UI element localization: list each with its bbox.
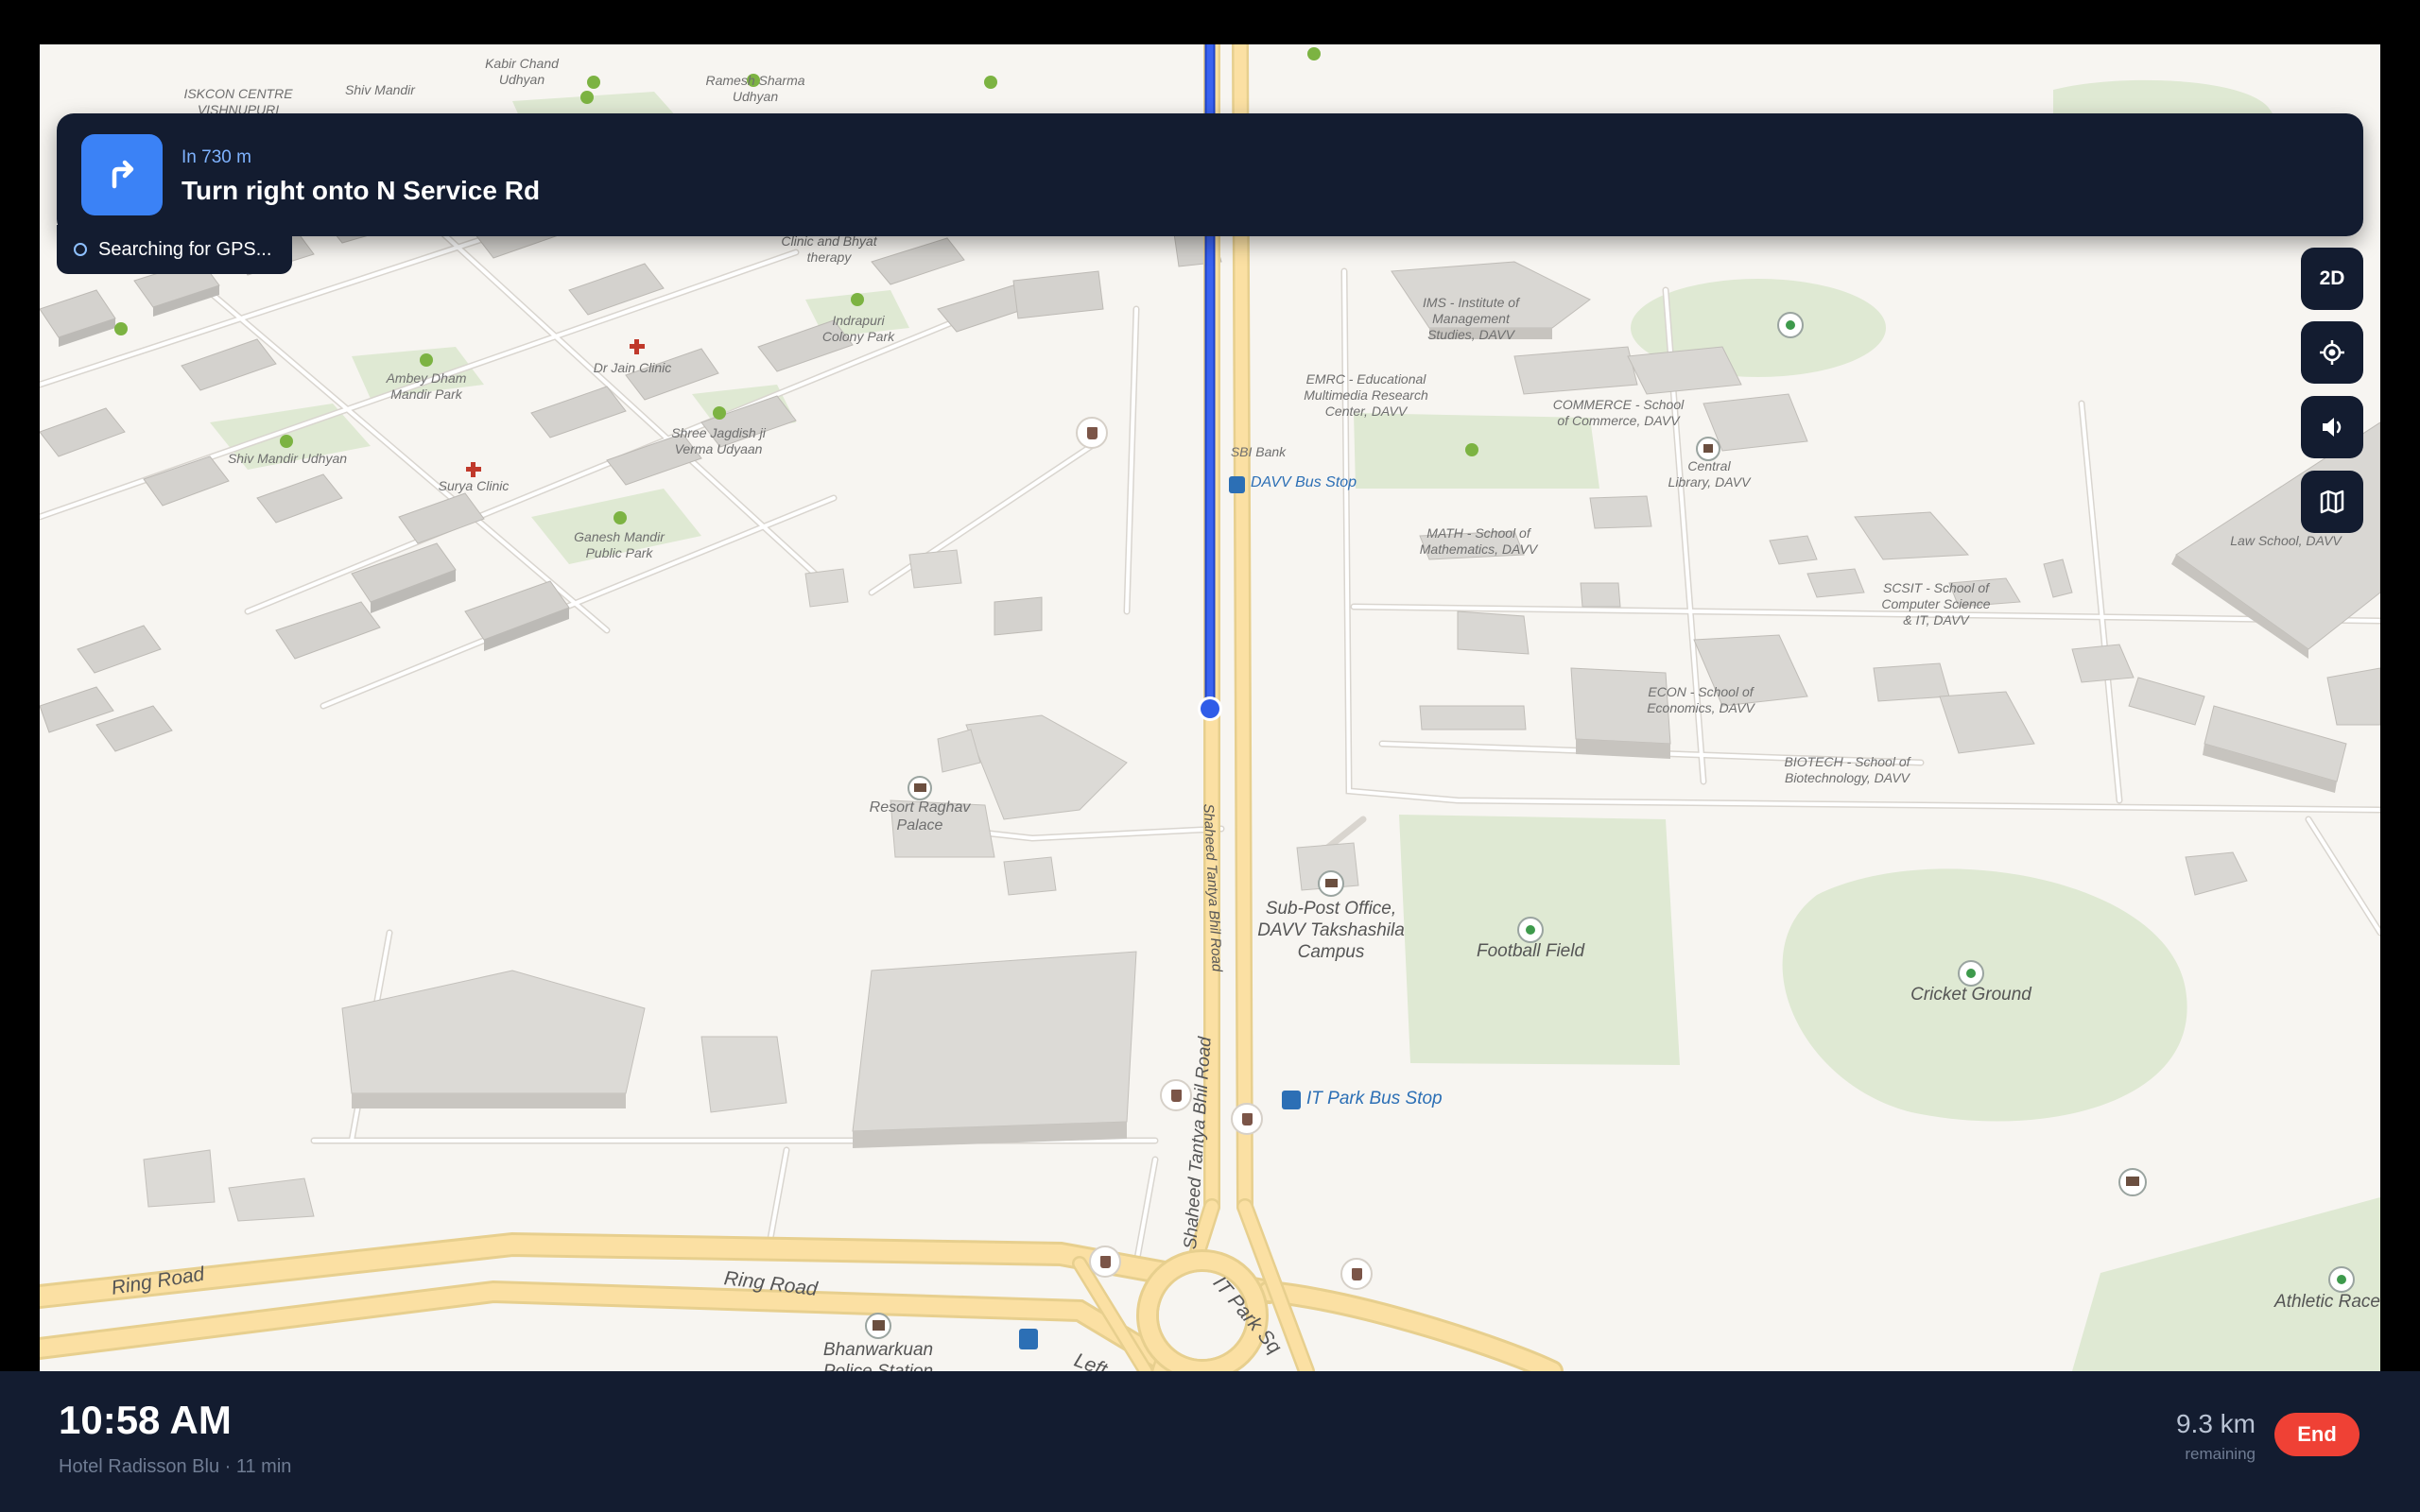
map-label-scsit: SCSIT - School of Computer Science & IT,…	[1881, 580, 1991, 627]
map-label-resort: Resort Raghav Palace	[869, 799, 971, 833]
map-label-shiv-mandir: Shiv Mandir	[345, 82, 415, 97]
map-label-ims: IMS - Institute of Management Studies, D…	[1423, 295, 1519, 342]
map-label-shiv-mandir-udhyan: Shiv Mandir Udhyan	[227, 451, 348, 466]
map-label-ganesh: Ganesh Mandir Public Park	[574, 529, 665, 560]
bus-stop-it-park: IT Park Bus Stop	[1306, 1089, 1443, 1108]
map-label-post-office: Sub-Post Office, DAVV Takshashila Campus	[1257, 899, 1405, 962]
gps-status-badge: Searching for GPS...	[57, 225, 293, 274]
map-label-biotech: BIOTECH - School of Biotechnology, DAVV	[1784, 754, 1910, 785]
view-mode-button[interactable]: 2D	[2301, 248, 2363, 310]
remaining-distance: 9.3 km	[2175, 1409, 2256, 1438]
map-label-ambey: Ambey Dham Mandir Park	[386, 370, 467, 402]
map-label-dr-jain: Dr Jain Clinic	[593, 360, 672, 375]
map-label-law: Law School, DAVV	[2230, 533, 2342, 548]
gps-status-text: Searching for GPS...	[98, 238, 272, 260]
map-layers-button[interactable]	[2301, 471, 2363, 533]
map-label-cricket: Cricket Ground	[1910, 985, 2031, 1005]
bus-stop-davv: DAVV Bus Stop	[1251, 474, 1357, 490]
remaining-caption: remaining	[2185, 1445, 2256, 1463]
maneuver-distance: In 730 m	[182, 147, 251, 167]
speaker-icon	[2323, 418, 2342, 437]
end-navigation-button[interactable]: End	[2274, 1413, 2360, 1456]
crosshair-icon	[2320, 340, 2344, 365]
navigation-banner: In 730 m Turn right onto N Service Rd	[57, 113, 2363, 236]
view-mode-label: 2D	[2319, 267, 2345, 289]
map-label-central-library: Central Library, DAVV	[1668, 458, 1751, 490]
map-label-commerce: COMMERCE - School of Commerce, DAVV	[1552, 397, 1685, 428]
map-label-econ: ECON - School of Economics, DAVV	[1647, 684, 1754, 715]
sound-toggle-button[interactable]	[2301, 396, 2363, 458]
map-view[interactable]: ISKCON CENTRE VISHNUPURI Shiv Mandir Kab…	[40, 44, 2380, 1371]
map-label-surya: Surya Clinic	[438, 478, 510, 493]
map-label-clinic-bhyat: Clinic and Bhyat therapy	[781, 233, 877, 265]
recenter-button[interactable]	[2301, 321, 2363, 384]
map-label-bhanwarkuan: Bhanwarkuan Police Station	[822, 1340, 934, 1371]
map-label-emrc: EMRC - Educational Multimedia Research C…	[1304, 371, 1428, 419]
map-label-indrapuri: Indrapuri Colony Park	[821, 313, 895, 344]
map-label-math: MATH - School of Mathematics, DAVV	[1419, 525, 1538, 557]
map-label-shree-jagdish: Shree Jagdish ji Verma Udyaan	[671, 425, 766, 456]
trip-summary-bar: 10:58 AM Hotel Radisson Blu · 11 min 9.3…	[0, 1371, 2420, 1512]
map-markers	[114, 47, 2355, 1349]
map-label-athletic: Athletic Race	[2274, 1292, 2380, 1312]
eta-time: 10:58 AM	[59, 1398, 232, 1442]
maneuver-instruction: Turn right onto N Service Rd	[182, 176, 541, 205]
map-icon	[2320, 490, 2344, 514]
gps-icon	[74, 243, 87, 256]
map-label-kabir: Kabir Chand Udhyan	[485, 56, 559, 87]
turn-right-icon	[81, 134, 163, 215]
map-label-ramesh: Ramesh Sharma Udhyan	[705, 73, 805, 104]
map-label-sbi: SBI Bank	[1230, 444, 1287, 459]
destination-summary: Hotel Radisson Blu · 11 min	[59, 1456, 292, 1477]
map-label-football: Football Field	[1476, 941, 1585, 961]
